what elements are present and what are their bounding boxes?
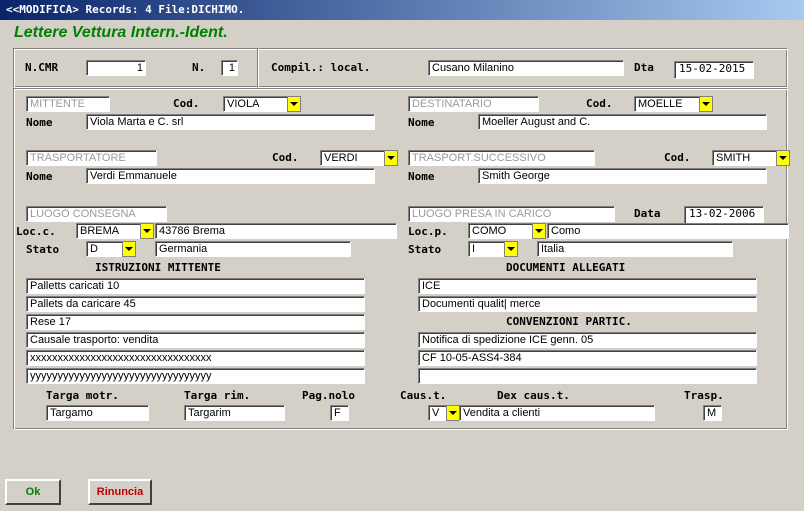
- stato-presa-label: Stato: [408, 243, 442, 256]
- loc-p-label: Loc.p.: [408, 225, 448, 238]
- dex-caust-field[interactable]: Vendita a clienti: [459, 405, 655, 421]
- convenzioni-line[interactable]: [418, 368, 757, 384]
- destinatario-cod-dropdown[interactable]: [699, 96, 713, 112]
- targa-rim-label: Targa rim.: [184, 389, 251, 402]
- chevron-down-icon: [290, 102, 298, 106]
- destinatario-nome-field[interactable]: Moeller August and C.: [478, 114, 767, 130]
- mittente-cod-dropdown[interactable]: [287, 96, 301, 112]
- trasp-field[interactable]: M: [703, 405, 722, 421]
- istruzioni-line[interactable]: xxxxxxxxxxxxxxxxxxxxxxxxxxxxxxxxx: [26, 350, 365, 366]
- destinatario-cod-field[interactable]: MOELLE: [634, 96, 700, 112]
- n-label: N.: [192, 61, 206, 74]
- istruzioni-line[interactable]: Pallets da caricare 45: [26, 296, 365, 312]
- caust-label: Caus.t.: [400, 389, 447, 402]
- documenti-line[interactable]: Documenti qualit| merce: [418, 296, 757, 312]
- trasportatore-nome-field[interactable]: Verdi Emmanuele: [86, 168, 375, 184]
- chevron-down-icon: [387, 156, 395, 160]
- trasportatore-cod-label: Cod.: [272, 151, 299, 164]
- dta-field[interactable]: 15-02-2015: [674, 61, 754, 79]
- compil-field[interactable]: Cusano Milanino: [428, 60, 624, 76]
- mittente-nome-field[interactable]: Viola Marta e C. srl: [86, 114, 375, 130]
- loc-p-code-field[interactable]: COMO: [468, 223, 534, 239]
- loc-c-dropdown[interactable]: [140, 223, 154, 239]
- cancel-button[interactable]: Rinuncia: [88, 479, 152, 505]
- mittente-field[interactable]: MITTENTE: [26, 96, 110, 112]
- dex-caust-label: Dex caus.t.: [497, 389, 570, 402]
- trasp-successivo-cod-field[interactable]: SMITH: [712, 150, 778, 166]
- documenti-heading: DOCUMENTI ALLEGATI: [506, 261, 626, 274]
- chevron-down-icon: [449, 411, 457, 415]
- trasportatore-nome-label: Nome: [26, 170, 53, 183]
- stato-consegna-dropdown[interactable]: [122, 241, 136, 257]
- pagnolo-field[interactable]: F: [330, 405, 349, 421]
- ncmr-field[interactable]: 1: [86, 60, 146, 76]
- header-divider: [257, 48, 259, 88]
- trasportatore-field[interactable]: TRASPORTATORE: [26, 150, 157, 166]
- data-presa-label: Data: [634, 207, 661, 220]
- data-presa-field[interactable]: 13-02-2006: [684, 206, 764, 224]
- chevron-down-icon: [702, 102, 710, 106]
- n-field[interactable]: 1: [221, 60, 238, 76]
- convenzioni-line[interactable]: Notifica di spedizione ICE genn. 05: [418, 332, 757, 348]
- chevron-down-icon: [125, 247, 133, 251]
- trasp-successivo-cod-label: Cod.: [664, 151, 691, 164]
- trasp-successivo-field[interactable]: TRASPORT.SUCCESSIVO: [408, 150, 595, 166]
- ncmr-label: N.CMR: [25, 61, 59, 74]
- trasp-successivo-cod-dropdown[interactable]: [776, 150, 790, 166]
- convenzioni-line[interactable]: CF 10-05-ASS4-384: [418, 350, 757, 366]
- page-title: Lettere Vettura Intern.-Ident.: [14, 24, 228, 41]
- mittente-cod-field[interactable]: VIOLA: [223, 96, 289, 112]
- trasp-successivo-nome-label: Nome: [408, 170, 435, 183]
- loc-c-label: Loc.c.: [16, 225, 56, 238]
- window-titlebar: <<MODIFICA> Records: 4 File:DICHIMO.: [0, 0, 804, 20]
- trasportatore-cod-dropdown[interactable]: [384, 150, 398, 166]
- istruzioni-line[interactable]: Palletts caricati 10: [26, 278, 365, 294]
- trasp-label: Trasp.: [684, 389, 724, 402]
- pagnolo-label: Pag.nolo: [302, 389, 355, 402]
- documenti-line[interactable]: ICE: [418, 278, 757, 294]
- loc-c-desc-field[interactable]: 43786 Brema: [155, 223, 397, 239]
- mittente-cod-label: Cod.: [173, 97, 200, 110]
- destinatario-cod-label: Cod.: [586, 97, 613, 110]
- chevron-down-icon: [143, 229, 151, 233]
- destinatario-nome-label: Nome: [408, 116, 435, 129]
- ok-button[interactable]: Ok: [5, 479, 61, 505]
- stato-presa-desc-field[interactable]: Italia: [537, 241, 733, 257]
- luogo-presa-field[interactable]: LUOGO PRESA IN CARICO: [408, 206, 615, 222]
- stato-consegna-code-field[interactable]: D: [86, 241, 124, 257]
- istruzioni-line[interactable]: Rese 17: [26, 314, 365, 330]
- chevron-down-icon: [535, 229, 543, 233]
- loc-p-desc-field[interactable]: Como: [547, 223, 789, 239]
- loc-p-dropdown[interactable]: [532, 223, 546, 239]
- dta-label: Dta: [634, 61, 654, 74]
- caust-dropdown[interactable]: [446, 405, 460, 421]
- stato-consegna-desc-field[interactable]: Germania: [155, 241, 351, 257]
- stato-presa-code-field[interactable]: I: [468, 241, 506, 257]
- targa-rim-field[interactable]: Targarim: [184, 405, 285, 421]
- compil-label: Compil.: local.: [271, 61, 371, 74]
- loc-c-code-field[interactable]: BREMA: [76, 223, 142, 239]
- targa-motr-label: Targa motr.: [46, 389, 119, 402]
- caust-field[interactable]: V: [428, 405, 448, 421]
- istruzioni-line[interactable]: Causale trasporto: vendita: [26, 332, 365, 348]
- destinatario-field[interactable]: DESTINATARIO: [408, 96, 539, 112]
- istruzioni-line[interactable]: yyyyyyyyyyyyyyyyyyyyyyyyyyyyyyyyy: [26, 368, 365, 384]
- trasp-successivo-nome-field[interactable]: Smith George: [478, 168, 767, 184]
- mittente-nome-label: Nome: [26, 116, 53, 129]
- convenzioni-heading: CONVENZIONI PARTIC.: [506, 315, 632, 328]
- luogo-consegna-field[interactable]: LUOGO CONSEGNA: [26, 206, 167, 222]
- stato-presa-dropdown[interactable]: [504, 241, 518, 257]
- stato-consegna-label: Stato: [26, 243, 60, 256]
- chevron-down-icon: [507, 247, 515, 251]
- targa-motr-field[interactable]: Targamo: [46, 405, 149, 421]
- trasportatore-cod-field[interactable]: VERDI: [320, 150, 386, 166]
- istruzioni-heading: ISTRUZIONI MITTENTE: [95, 261, 221, 274]
- chevron-down-icon: [779, 156, 787, 160]
